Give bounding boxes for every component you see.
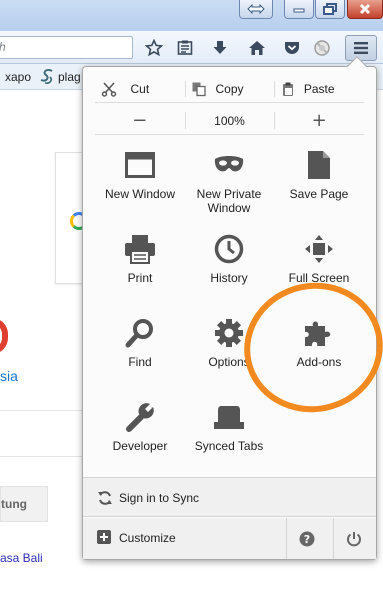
new-window-icon: [124, 149, 156, 181]
help-icon: ?: [299, 531, 314, 546]
menu-footer: Customize ?: [83, 518, 376, 559]
bookmark-plag[interactable]: plag: [58, 70, 81, 84]
plus-icon: +: [311, 110, 327, 131]
new-window-label: New Window: [104, 187, 176, 201]
divider: [0, 410, 90, 411]
copy-button[interactable]: Copy: [184, 76, 275, 102]
synced-tabs-icon: [213, 401, 245, 433]
page-link-sia[interactable]: sia: [0, 368, 18, 384]
cut-button[interactable]: Cut: [95, 76, 185, 102]
zoom-in-button[interactable]: +: [274, 107, 364, 134]
sign-in-sync-label: Sign in to Sync: [119, 491, 200, 505]
new-window-button[interactable]: New Window: [95, 143, 185, 227]
dollar-swirl-icon: [38, 68, 56, 87]
page-button[interactable]: tung: [0, 486, 48, 522]
paste-button[interactable]: Paste: [274, 76, 364, 102]
copy-icon: [191, 81, 207, 100]
zoom-controls: − 100% +: [95, 107, 364, 135]
copy-label: Copy: [215, 82, 244, 96]
divider: [0, 456, 90, 457]
print-button[interactable]: Print: [95, 227, 185, 311]
minimize-button[interactable]: [284, 0, 314, 19]
zoom-reset-button[interactable]: 100%: [184, 107, 275, 134]
new-private-window-button[interactable]: New Private Window: [184, 143, 274, 227]
save-page-label: Save Page: [289, 187, 349, 201]
gear-icon: [213, 317, 245, 349]
customize-label: Customize: [119, 531, 176, 545]
restore-window-icon: [323, 3, 337, 15]
save-page-icon: [303, 149, 335, 181]
quit-button[interactable]: [333, 518, 373, 559]
nav-toolbar: h: [0, 31, 383, 64]
paste-label: Paste: [303, 82, 335, 96]
svg-text:?: ?: [303, 533, 309, 546]
bookmark-xapo[interactable]: xapo: [5, 70, 31, 84]
close-icon: [359, 3, 371, 15]
history-label: History: [210, 271, 248, 285]
zoom-level: 100%: [214, 113, 245, 128]
download-icon[interactable]: [209, 37, 231, 59]
find-button[interactable]: Find: [95, 311, 185, 395]
minus-icon: −: [132, 110, 148, 131]
synced-tabs-label: Synced Tabs: [194, 439, 264, 453]
options-label: Options: [208, 355, 250, 369]
page-link-basa-bali[interactable]: asa Bali: [0, 551, 43, 565]
double-arrow-icon: [247, 4, 265, 14]
url-input[interactable]: h: [0, 36, 133, 59]
clock-icon: [213, 233, 245, 265]
magnifier-icon: [124, 317, 156, 349]
new-private-window-label: New Private Window: [196, 187, 262, 215]
wrench-icon: [124, 401, 156, 433]
power-icon: [346, 531, 361, 546]
window-titlebar: [0, 0, 383, 31]
minimize-icon: [293, 8, 305, 13]
history-button[interactable]: History: [184, 227, 274, 311]
customize-button[interactable]: Customize: [83, 518, 286, 559]
printer-icon: [124, 233, 156, 265]
page-button-label: tung: [1, 497, 27, 511]
help-button[interactable]: ?: [286, 518, 326, 559]
maximize-button[interactable]: [315, 0, 345, 19]
sync-icon: [97, 490, 113, 509]
reading-list-icon[interactable]: [174, 37, 196, 59]
zoom-out-button[interactable]: −: [95, 107, 185, 134]
developer-button[interactable]: Developer: [95, 395, 185, 479]
developer-label: Developer: [112, 439, 168, 453]
save-page-button[interactable]: Save Page: [274, 143, 364, 227]
cut-label: Cut: [130, 82, 150, 96]
home-icon[interactable]: [246, 37, 268, 59]
sign-in-sync-button[interactable]: Sign in to Sync: [83, 477, 376, 517]
print-label: Print: [127, 271, 153, 285]
bookmark-star-icon[interactable]: [143, 37, 165, 59]
private-mask-icon: [213, 149, 245, 181]
hamburger-icon: [354, 42, 368, 54]
scissors-icon: [101, 81, 117, 100]
restore-tab-icon-button[interactable]: [239, 0, 273, 19]
close-button[interactable]: [347, 0, 383, 19]
find-label: Find: [128, 355, 152, 369]
blocked-addon-icon[interactable]: [311, 37, 333, 59]
pocket-icon[interactable]: [281, 37, 303, 59]
clipboard-icon: [280, 81, 296, 100]
open-menu-button[interactable]: [345, 35, 377, 61]
plus-square-icon: [97, 530, 111, 547]
edit-controls: Cut Copy Paste: [95, 76, 364, 103]
synced-tabs-button[interactable]: Synced Tabs: [184, 395, 274, 479]
fullscreen-icon: [303, 233, 335, 265]
